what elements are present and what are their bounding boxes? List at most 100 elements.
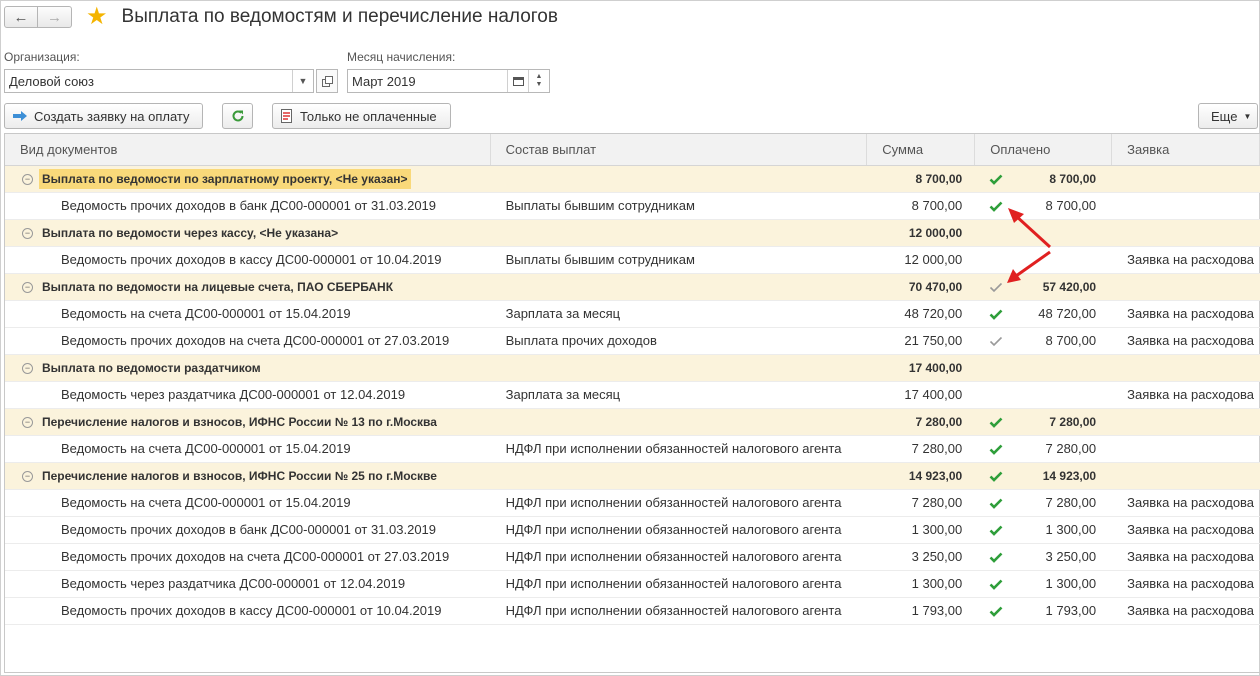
request-cell[interactable]: Заявка на расходова (1112, 571, 1260, 597)
table-row[interactable]: Ведомость на счета ДС00-000001 от 15.04.… (5, 436, 1260, 463)
document-cell[interactable]: Ведомость прочих доходов в банк ДС00-000… (5, 517, 491, 543)
composition-cell: НДФЛ при исполнении обязанностей налогов… (505, 522, 842, 537)
collapse-icon[interactable]: − (22, 470, 33, 482)
organization-field[interactable]: Деловой союз ▼ (4, 69, 314, 93)
paid-value: 1 793,00 (1045, 603, 1097, 618)
document-cell[interactable]: Ведомость прочих доходов в кассу ДС00-00… (5, 247, 491, 273)
partial-check-icon (975, 282, 1017, 293)
chevron-down-icon: ▼ (1243, 111, 1252, 121)
collapse-icon[interactable]: − (22, 173, 33, 185)
month-value: Март 2019 (352, 73, 416, 89)
composition-cell: Выплаты бывшим сотрудникам (505, 198, 695, 213)
sum-cell: 8 700,00 (911, 198, 963, 213)
table-row[interactable]: Ведомость прочих доходов на счета ДС00-0… (5, 544, 1260, 571)
document-cell[interactable]: Ведомость через раздатчика ДС00-000001 о… (5, 382, 491, 408)
table-row[interactable]: Ведомость на счета ДС00-000001 от 15.04.… (5, 301, 1260, 328)
document-filter-icon (280, 108, 294, 124)
more-label: Еще (1211, 108, 1238, 124)
forward-button[interactable]: → (38, 6, 72, 28)
document-cell[interactable]: Ведомость прочих доходов в банк ДС00-000… (5, 193, 491, 219)
col-header-request[interactable]: Заявка (1112, 134, 1260, 165)
request-cell[interactable]: Заявка на расходова (1112, 490, 1260, 516)
refresh-button[interactable] (222, 103, 253, 129)
only-unpaid-toggle[interactable]: Только не оплаченные (272, 103, 451, 129)
collapse-icon[interactable]: − (22, 281, 33, 293)
paid-check-icon (975, 174, 1017, 185)
group-row[interactable]: − Перечисление налогов и взносов, ИФНС Ро… (5, 409, 1260, 436)
group-row[interactable]: − Выплата по ведомости через кассу, <Не у… (5, 220, 1260, 247)
paid-check-icon (975, 498, 1017, 509)
paid-check-icon (975, 552, 1017, 563)
create-payment-request-button[interactable]: Создать заявку на оплату (4, 103, 203, 129)
group-label: Выплата по ведомости на лицевые счета, П… (42, 280, 394, 294)
document-cell[interactable]: Ведомость на счета ДС00-000001 от 15.04.… (5, 490, 491, 516)
paid-cell: 14 923,00 (975, 463, 1112, 489)
group-row[interactable]: − Выплата по ведомости по зарплатному про… (5, 166, 1260, 193)
sum-cell: 3 250,00 (911, 549, 963, 564)
document-cell[interactable]: Ведомость через раздатчика ДС00-000001 о… (5, 571, 491, 597)
paid-cell: 7 280,00 (975, 490, 1112, 516)
table-row[interactable]: Ведомость прочих доходов в кассу ДС00-00… (5, 598, 1260, 625)
group-row[interactable]: − Выплата по ведомости раздатчиком 17 400,… (5, 355, 1260, 382)
request-cell[interactable]: Заявка на расходова (1112, 517, 1260, 543)
request-cell[interactable]: Заявка на расходова (1112, 247, 1260, 273)
request-cell (1112, 274, 1260, 300)
paid-cell (975, 247, 1112, 273)
table-row[interactable]: Ведомость прочих доходов в кассу ДС00-00… (5, 247, 1260, 274)
collapse-icon[interactable]: − (22, 416, 33, 428)
paid-cell: 57 420,00 (975, 274, 1112, 300)
paid-cell: 8 700,00 (975, 166, 1112, 192)
composition-cell (491, 274, 868, 300)
table-row[interactable]: Ведомость через раздатчика ДС00-000001 о… (5, 382, 1260, 409)
request-cell (1112, 166, 1260, 192)
favorite-star-icon[interactable]: ★ (86, 5, 108, 29)
sum-cell: 7 280,00 (915, 415, 963, 429)
sum-cell: 17 400,00 (908, 361, 963, 375)
title-bar: ← → ★ Выплата по ведомостям и перечислен… (4, 4, 558, 30)
table-row[interactable]: Ведомость прочих доходов в банк ДС00-000… (5, 193, 1260, 220)
document-cell[interactable]: Ведомость на счета ДС00-000001 от 15.04.… (5, 436, 491, 462)
month-field[interactable]: Март 2019 ▲ ▼ (347, 69, 550, 93)
paid-cell: 8 700,00 (975, 328, 1112, 354)
open-organization-button[interactable] (316, 69, 338, 93)
paid-check-icon (975, 309, 1017, 320)
col-header-sum[interactable]: Сумма (867, 134, 976, 165)
only-unpaid-label: Только не оплаченные (300, 108, 437, 124)
calendar-icon[interactable] (507, 70, 528, 92)
col-header-paid[interactable]: Оплачено (975, 134, 1113, 165)
document-cell[interactable]: Ведомость прочих доходов на счета ДС00-0… (5, 544, 491, 570)
dropdown-icon[interactable]: ▼ (292, 70, 313, 92)
request-cell[interactable]: Заявка на расходова (1112, 301, 1260, 327)
sum-cell: 12 000,00 (908, 226, 963, 240)
document-cell[interactable]: Ведомость прочих доходов на счета ДС00-0… (5, 328, 491, 354)
collapse-icon[interactable]: − (22, 227, 33, 239)
group-row[interactable]: − Перечисление налогов и взносов, ИФНС Ро… (5, 463, 1260, 490)
more-button[interactable]: Еще ▼ (1198, 103, 1258, 129)
request-cell[interactable]: Заявка на расходова (1112, 544, 1260, 570)
document-cell[interactable]: Ведомость на счета ДС00-000001 от 15.04.… (5, 301, 491, 327)
col-header-doc-type[interactable]: Вид документов (5, 134, 491, 165)
request-cell[interactable]: Заявка на расходова (1112, 598, 1260, 624)
table-row[interactable]: Ведомость прочих доходов на счета ДС00-0… (5, 328, 1260, 355)
col-header-payment-composition[interactable]: Состав выплат (491, 134, 868, 165)
month-stepper[interactable]: ▲ ▼ (528, 70, 549, 92)
table-row[interactable]: Ведомость через раздатчика ДС00-000001 о… (5, 571, 1260, 598)
sum-cell: 1 300,00 (911, 576, 963, 591)
request-cell (1112, 463, 1260, 489)
request-cell[interactable]: Заявка на расходова (1112, 328, 1260, 354)
group-label: Выплата по ведомости через кассу, <Не ук… (42, 226, 339, 240)
back-button[interactable]: ← (4, 6, 38, 28)
sum-cell: 48 720,00 (904, 306, 963, 321)
composition-cell (491, 409, 868, 435)
paid-value: 14 923,00 (1042, 469, 1097, 483)
composition-cell: НДФЛ при исполнении обязанностей налогов… (505, 576, 842, 591)
paid-cell: 48 720,00 (975, 301, 1112, 327)
sum-cell: 70 470,00 (908, 280, 963, 294)
collapse-icon[interactable]: − (22, 362, 33, 374)
group-row[interactable]: − Выплата по ведомости на лицевые счета, … (5, 274, 1260, 301)
arrow-right-blue-icon (12, 110, 28, 122)
request-cell[interactable]: Заявка на расходова (1112, 382, 1260, 408)
table-row[interactable]: Ведомость на счета ДС00-000001 от 15.04.… (5, 490, 1260, 517)
table-row[interactable]: Ведомость прочих доходов в банк ДС00-000… (5, 517, 1260, 544)
document-cell[interactable]: Ведомость прочих доходов в кассу ДС00-00… (5, 598, 491, 624)
